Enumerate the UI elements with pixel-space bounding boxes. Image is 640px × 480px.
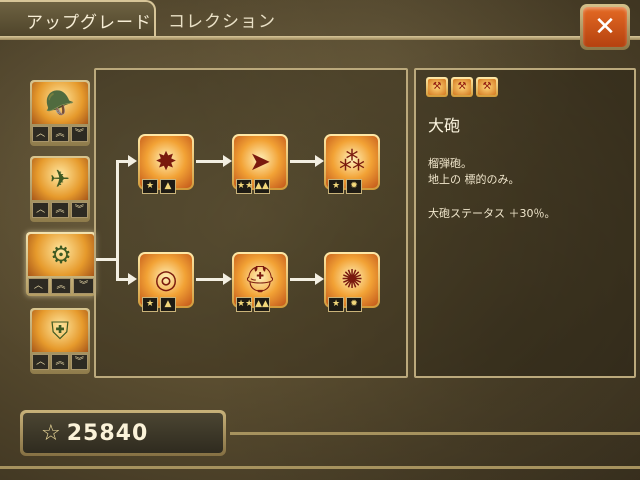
star-icon: ★ [142, 297, 158, 312]
cannon-icon: ⚙ [28, 234, 94, 276]
star-icon: ★★ [236, 297, 253, 312]
upgrade-node-gold[interactable]: ✺ ★ ✹ [324, 252, 380, 312]
rank-1-icon: ︿ [32, 202, 50, 218]
info-icon-row: ⚒ ⚒ ⚒ [426, 77, 498, 97]
rank-3-icon: ︾ [70, 202, 88, 218]
unit-aa-gun[interactable]: ⛨ ︿ ︽ ︾ [30, 308, 90, 374]
burst-icon: ✹ [346, 297, 362, 312]
arrow-icon [315, 273, 324, 285]
tab-collection[interactable]: コレクション [168, 0, 276, 38]
chevron-icon: ▲ [160, 297, 176, 312]
star-icon: ★ [328, 179, 344, 194]
unit-plane[interactable]: ✈ ︿ ︽ ︾ [30, 156, 90, 222]
rank-2-icon: ︽ [50, 278, 72, 294]
rank-1-icon: ︿ [32, 354, 50, 370]
rank-1-icon: ︿ [28, 278, 49, 294]
star-icon: ★★ [236, 179, 253, 194]
connector [290, 160, 316, 163]
connector [290, 278, 316, 281]
arrow-icon [223, 155, 232, 167]
connector [116, 160, 119, 280]
soldier-icon: 🪖 [32, 82, 88, 124]
rank-2-icon: ︽ [51, 202, 69, 218]
chevron-icon: ▲▲ [254, 297, 270, 312]
connector [196, 278, 224, 281]
chevron-icon: ▲▲ [254, 179, 270, 194]
upgrade-tree-panel [94, 68, 408, 378]
plane-icon: ✈ [32, 158, 88, 200]
divider [0, 466, 640, 469]
unit-title: 大砲 [428, 116, 461, 135]
tab-upgrade[interactable]: アップグレード [0, 0, 156, 38]
upgrade-node-volley[interactable]: ➤ ★★ ▲▲ [232, 134, 288, 194]
star-icon: ☆ [41, 420, 61, 446]
close-button[interactable]: ✕ [580, 4, 630, 50]
cannon-mini-icon: ⚒ [426, 77, 448, 97]
cannon-mini-icon: ⚒ [451, 77, 473, 97]
upgrade-node-helmet[interactable]: ⛑ ★★ ▲▲ [232, 252, 288, 312]
arrow-icon [315, 155, 324, 167]
upgrade-node-shell[interactable]: ✸ ★ ▲ [138, 134, 194, 194]
desc-line: 地上の 標的のみ。 [428, 173, 520, 186]
connector [96, 258, 118, 261]
upgrade-node-target[interactable]: ◎ ★ ▲ [138, 252, 194, 312]
top-frame-line [0, 36, 640, 40]
star-currency: ☆ 25840 [20, 410, 226, 456]
desc-line: 榴弾砲。 [428, 157, 472, 170]
tab-upgrade-label: アップグレード [26, 12, 152, 33]
star-icon: ★ [142, 179, 158, 194]
rank-2-icon: ︽ [51, 354, 69, 370]
rank-1-icon: ︿ [32, 126, 50, 142]
chevron-icon: ▲ [160, 179, 176, 194]
arrow-icon [223, 273, 232, 285]
unit-selector: 🪖 ︿ ︽ ︾ ✈ ︿ ︽ ︾ ⚙ ︿ ︽ ︾ ⛨ ︿ ︽ ︾ [20, 70, 96, 380]
upgrade-node-barrage[interactable]: ⁂ ★ ✹ [324, 134, 380, 194]
burst-icon: ✹ [346, 179, 362, 194]
rank-3-icon: ︾ [70, 126, 88, 142]
cannon-mini-icon: ⚒ [476, 77, 498, 97]
aa-gun-icon: ⛨ [32, 310, 88, 352]
arrow-icon [128, 273, 137, 285]
rank-2-icon: ︽ [51, 126, 69, 142]
unit-soldier[interactable]: 🪖 ︿ ︽ ︾ [30, 80, 90, 146]
unit-cannon[interactable]: ⚙ ︿ ︽ ︾ [26, 232, 96, 296]
rank-3-icon: ︾ [73, 278, 95, 294]
arrow-icon [128, 155, 137, 167]
star-amount: 25840 [66, 420, 149, 446]
unit-stat: 大砲ステータス ＋30％。 [428, 207, 556, 220]
tab-collection-label: コレクション [168, 11, 276, 32]
unit-description: 榴弾砲。 地上の 標的のみ。 [428, 156, 520, 188]
connector [196, 160, 224, 163]
close-icon: ✕ [594, 12, 616, 42]
divider [230, 432, 640, 435]
rank-3-icon: ︾ [70, 354, 88, 370]
star-icon: ★ [328, 297, 344, 312]
